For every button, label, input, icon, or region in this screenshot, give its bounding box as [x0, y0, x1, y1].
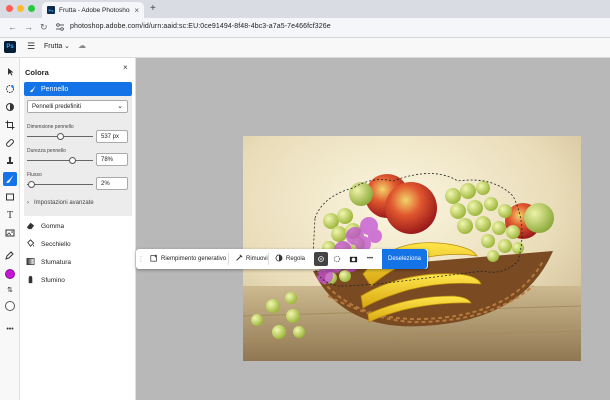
rectangle-shape-icon[interactable]: [3, 190, 17, 204]
smudge-label: Sfumino: [41, 277, 65, 284]
select-subject-icon[interactable]: [3, 82, 17, 96]
close-window-button[interactable]: [6, 5, 13, 12]
gradient-label: Sfumatura: [41, 259, 71, 266]
brush-tool-icon[interactable]: [3, 172, 17, 186]
chevron-right-icon: ›: [27, 200, 29, 206]
more-options-icon[interactable]: •••: [363, 252, 377, 266]
image-tool-icon[interactable]: [3, 226, 17, 240]
panel-title: Colora: [25, 68, 49, 77]
brush-option-button[interactable]: Pennello: [24, 82, 132, 96]
site-settings-icon[interactable]: [55, 22, 65, 32]
clone-stamp-icon[interactable]: [3, 154, 17, 168]
flow-slider[interactable]: [27, 184, 93, 185]
chevron-down-icon[interactable]: ⌄: [64, 42, 70, 50]
eraser-icon: [26, 221, 35, 232]
tool-bar: T ⇅ •••: [0, 58, 20, 400]
mask-icon[interactable]: [346, 252, 360, 266]
swap-colors-icon[interactable]: ⇅: [3, 283, 17, 297]
select-subject-icon[interactable]: [314, 252, 328, 266]
brush-preset-select[interactable]: Pennelli predefiniti ⌄: [27, 100, 128, 113]
brush-size-field[interactable]: 537 px: [96, 130, 128, 143]
adjust-icon: [275, 254, 283, 264]
more-tools-icon[interactable]: •••: [3, 322, 17, 336]
photoshop-logo[interactable]: Ps: [4, 41, 16, 53]
flow-value: 2%: [101, 180, 110, 187]
brush-hardness-label: Durezza pennello: [27, 148, 66, 154]
foreground-color-swatch[interactable]: [5, 269, 15, 279]
deselect-button[interactable]: Deseleziona: [382, 249, 427, 269]
brush-hardness-field[interactable]: 78%: [96, 153, 128, 166]
chevron-down-icon: ⌄: [117, 103, 123, 110]
taskbar-divider: [268, 253, 269, 265]
maximize-window-button[interactable]: [28, 5, 35, 12]
remove-label: Rimuovi: [246, 256, 268, 262]
bucket-icon: [26, 239, 35, 250]
flow-label: Flusso: [27, 172, 42, 178]
remove-icon: [235, 254, 243, 264]
brush-icon: [29, 85, 36, 93]
invert-selection-icon[interactable]: [330, 252, 344, 266]
photoshop-favicon-icon: Ps: [47, 6, 55, 14]
reload-button[interactable]: ↻: [40, 22, 48, 33]
generative-fill-icon: [150, 254, 158, 264]
bucket-label: Secchiello: [41, 241, 71, 248]
brush-size-slider-thumb[interactable]: [57, 133, 64, 140]
browser-titlebar: Ps Frutta - Adobe Photoshop × +: [0, 0, 610, 18]
canvas-area[interactable]: [136, 58, 610, 400]
brush-hardness-value: 78%: [101, 156, 114, 163]
advanced-settings-toggle[interactable]: › Impostazioni avanzate: [27, 200, 94, 206]
smudge-option[interactable]: Sfumino: [26, 275, 65, 286]
taskbar-divider: [228, 253, 229, 265]
brush-size-label: Dimensione pennello: [27, 124, 74, 130]
brush-option-label: Pennello: [41, 85, 69, 93]
browser-tab[interactable]: Ps Frutta - Adobe Photoshop ×: [42, 2, 144, 18]
menu-icon[interactable]: ☰: [27, 41, 35, 52]
remove-button[interactable]: Rimuovi: [231, 252, 272, 266]
document-name[interactable]: Frutta: [44, 43, 62, 50]
generative-fill-label: Riempimento generativo: [161, 256, 227, 262]
new-tab-button[interactable]: +: [150, 3, 156, 14]
brush-size-value: 537 px: [101, 133, 120, 140]
gradient-icon: [26, 257, 35, 268]
brush-preset-value: Pennelli predefiniti: [32, 103, 82, 110]
eraser-label: Gomma: [41, 223, 65, 230]
contextual-taskbar: ⋮ Riempimento generativo Rimuovi Regola …: [136, 249, 428, 269]
eyedropper-icon[interactable]: [3, 248, 17, 262]
colora-panel: Colora × Pennello Pennelli predefiniti ⌄…: [20, 58, 136, 400]
cloud-icon[interactable]: ☁: [78, 41, 86, 50]
bucket-option[interactable]: Secchiello: [26, 239, 71, 250]
flow-field[interactable]: 2%: [96, 177, 128, 190]
back-button[interactable]: ←: [8, 22, 17, 32]
smudge-icon: [26, 275, 35, 286]
brush-hardness-slider[interactable]: [27, 160, 93, 161]
advanced-settings-label: Impostazioni avanzate: [34, 200, 94, 206]
panel-close-icon[interactable]: ×: [123, 63, 128, 72]
generative-fill-button[interactable]: Riempimento generativo: [146, 252, 230, 266]
tab-close-icon[interactable]: ×: [134, 6, 139, 15]
gradient-option[interactable]: Sfumatura: [26, 257, 71, 268]
app-header: Ps ☰ Frutta ⌄ ☁: [0, 38, 610, 58]
minimize-window-button[interactable]: [17, 5, 24, 12]
flow-slider-thumb[interactable]: [28, 181, 35, 188]
adjust-button[interactable]: Regola: [271, 252, 309, 266]
move-tool-icon[interactable]: [3, 64, 17, 78]
brush-settings: Pennelli predefiniti ⌄ Dimensione pennel…: [24, 96, 132, 216]
url-field[interactable]: photoshop.adobe.com/id/urn:aaid:sc:EU:0c…: [70, 23, 331, 30]
drag-handle-icon[interactable]: ⋮: [138, 252, 145, 266]
text-tool-icon[interactable]: T: [3, 208, 17, 222]
crop-tool-icon[interactable]: [3, 118, 17, 132]
tab-title: Frutta - Adobe Photoshop: [59, 6, 131, 14]
brush-hardness-slider-thumb[interactable]: [69, 157, 76, 164]
address-bar: ← → ↻ photoshop.adobe.com/id/urn:aaid:sc…: [0, 18, 610, 38]
forward-button[interactable]: →: [24, 22, 33, 32]
eraser-option[interactable]: Gomma: [26, 221, 64, 232]
adjust-label: Regola: [286, 256, 306, 262]
adjustment-icon[interactable]: [3, 100, 17, 114]
healing-brush-icon[interactable]: [3, 136, 17, 150]
background-color-swatch[interactable]: [5, 301, 15, 311]
